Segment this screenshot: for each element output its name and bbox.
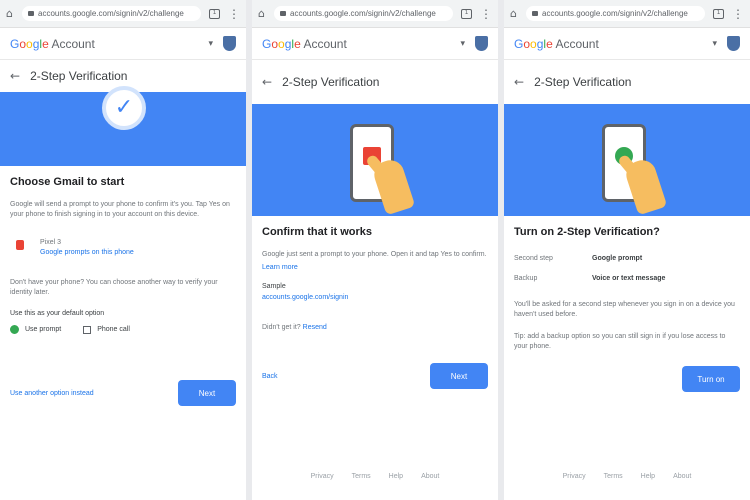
back-link[interactable]: Back xyxy=(262,373,278,380)
summary-value: Google prompt xyxy=(592,255,643,262)
footer-links: Privacy Terms Help About xyxy=(504,473,750,480)
chevron-down-icon[interactable]: ▾ xyxy=(208,38,213,49)
shield-icon[interactable] xyxy=(475,36,488,51)
resend-link[interactable]: Resend xyxy=(303,324,327,331)
back-arrow-icon[interactable]: ← xyxy=(10,69,20,83)
footer-terms[interactable]: Terms xyxy=(352,473,371,480)
more-icon[interactable]: ⋮ xyxy=(732,7,744,21)
sample-link[interactable]: accounts.google.com/signin xyxy=(262,294,488,301)
step-title: 2-Step Verification xyxy=(282,75,380,89)
hero-banner xyxy=(252,104,498,216)
footer-terms[interactable]: Terms xyxy=(604,473,623,480)
device-name: Pixel 3 xyxy=(40,239,62,246)
back-arrow-icon[interactable]: ← xyxy=(514,75,524,89)
learn-more-link[interactable]: Learn more xyxy=(262,264,488,271)
url-text: accounts.google.com/signin/v2/challenge xyxy=(290,9,436,18)
hero-banner xyxy=(504,104,750,216)
chevron-down-icon[interactable]: ▾ xyxy=(712,38,717,49)
phone-icon xyxy=(16,240,24,250)
lock-icon xyxy=(28,11,34,17)
shield-icon[interactable] xyxy=(223,36,236,51)
browser-toolbar: ⌂ accounts.google.com/signin/v2/challeng… xyxy=(0,0,246,28)
resend-row: Didn't get it? Resend xyxy=(262,323,488,333)
summary-key: Backup xyxy=(514,275,538,282)
account-header: Google Account ▾ xyxy=(504,28,750,60)
footer-privacy[interactable]: Privacy xyxy=(563,473,586,480)
shield-icon[interactable] xyxy=(727,36,740,51)
hero-banner: ✓ xyxy=(0,86,246,166)
address-bar[interactable]: accounts.google.com/signin/v2/challenge xyxy=(22,6,201,21)
url-text: accounts.google.com/signin/v2/challenge xyxy=(38,9,184,18)
footer-about[interactable]: About xyxy=(673,473,691,480)
lock-icon xyxy=(532,11,538,17)
step-title: 2-Step Verification xyxy=(534,75,632,89)
google-account-logo: Google Account xyxy=(262,36,347,51)
footer-about[interactable]: About xyxy=(421,473,439,480)
page-heading: Turn on 2-Step Verification? xyxy=(514,226,660,238)
phone-call-label: Phone call xyxy=(97,326,130,333)
google-account-logo: Google Account xyxy=(514,36,599,51)
address-bar[interactable]: accounts.google.com/signin/v2/challenge xyxy=(274,6,453,21)
step-title-bar: ← 2-Step Verification xyxy=(252,60,498,104)
check-circle-icon: ✓ xyxy=(102,86,146,130)
page-heading: Choose Gmail to start xyxy=(10,176,125,188)
summary-row: Second step Google prompt xyxy=(514,254,740,264)
lock-icon xyxy=(280,11,286,17)
browser-toolbar: ⌂ accounts.google.com/signin/v2/challeng… xyxy=(252,0,498,28)
step-title: 2-Step Verification xyxy=(30,69,128,83)
device-item: Pixel 3 Google prompts on this phone xyxy=(10,238,236,258)
turn-on-button[interactable]: Turn on xyxy=(682,366,740,392)
summary-value: Voice or text message xyxy=(592,275,666,282)
page-heading: Confirm that it works xyxy=(262,226,373,238)
summary-key: Second step xyxy=(514,255,553,262)
account-header: Google Account ▾ xyxy=(252,28,498,60)
footer-links: Privacy Terms Help About xyxy=(252,473,498,480)
more-icon[interactable]: ⋮ xyxy=(228,7,240,21)
option-choices: Use prompt Phone call xyxy=(10,325,236,334)
intro-text: Google will send a prompt to your phone … xyxy=(10,201,230,218)
address-bar[interactable]: accounts.google.com/signin/v2/challenge xyxy=(526,6,705,21)
google-account-logo: Google Account xyxy=(10,36,95,51)
phone-call-checkbox[interactable] xyxy=(83,325,92,334)
intro-text: Google just sent a prompt to your phone.… xyxy=(262,251,487,258)
footer-privacy[interactable]: Privacy xyxy=(311,473,334,480)
tabs-icon[interactable]: 1 xyxy=(713,8,724,19)
verification-panel-confirm: ⌂ accounts.google.com/signin/v2/challeng… xyxy=(252,0,498,500)
hand-illustration xyxy=(370,156,416,216)
url-text: accounts.google.com/signin/v2/challenge xyxy=(542,9,688,18)
browser-toolbar: ⌂ accounts.google.com/signin/v2/challeng… xyxy=(504,0,750,28)
home-icon[interactable]: ⌂ xyxy=(510,7,526,20)
back-arrow-icon[interactable]: ← xyxy=(262,75,272,89)
hand-illustration xyxy=(622,156,668,216)
chevron-down-icon[interactable]: ▾ xyxy=(460,38,465,49)
more-icon[interactable]: ⋮ xyxy=(480,7,492,21)
another-option-link[interactable]: Use another option instead xyxy=(10,390,94,397)
home-icon[interactable]: ⌂ xyxy=(6,7,22,20)
footer-help[interactable]: Help xyxy=(641,473,655,480)
step-title-bar: ← 2-Step Verification xyxy=(504,60,750,104)
next-button[interactable]: Next xyxy=(178,380,236,406)
device-link[interactable]: Google prompts on this phone xyxy=(40,248,134,258)
info-text: You'll be asked for a second step whenev… xyxy=(514,301,735,318)
home-icon[interactable]: ⌂ xyxy=(258,7,274,20)
tabs-icon[interactable]: 1 xyxy=(461,8,472,19)
tip-text: Tip: add a backup option so you can stil… xyxy=(514,333,726,350)
prompt-radio-label: Use prompt xyxy=(25,326,62,333)
verification-panel-turn-on: ⌂ accounts.google.com/signin/v2/challeng… xyxy=(504,0,750,500)
note-text: Don't have your phone? You can choose an… xyxy=(10,279,218,296)
prompt-radio[interactable] xyxy=(10,325,19,334)
tabs-icon[interactable]: 1 xyxy=(209,8,220,19)
footer-help[interactable]: Help xyxy=(389,473,403,480)
sample-label: Sample xyxy=(262,283,286,290)
verification-panel-choose: ⌂ accounts.google.com/signin/v2/challeng… xyxy=(0,0,246,500)
resend-text: Didn't get it? xyxy=(262,324,301,331)
option-label: Use this as your default option xyxy=(10,310,105,317)
summary-row: Backup Voice or text message xyxy=(514,274,740,284)
next-button[interactable]: Next xyxy=(430,363,488,389)
account-header: Google Account ▾ xyxy=(0,28,246,60)
